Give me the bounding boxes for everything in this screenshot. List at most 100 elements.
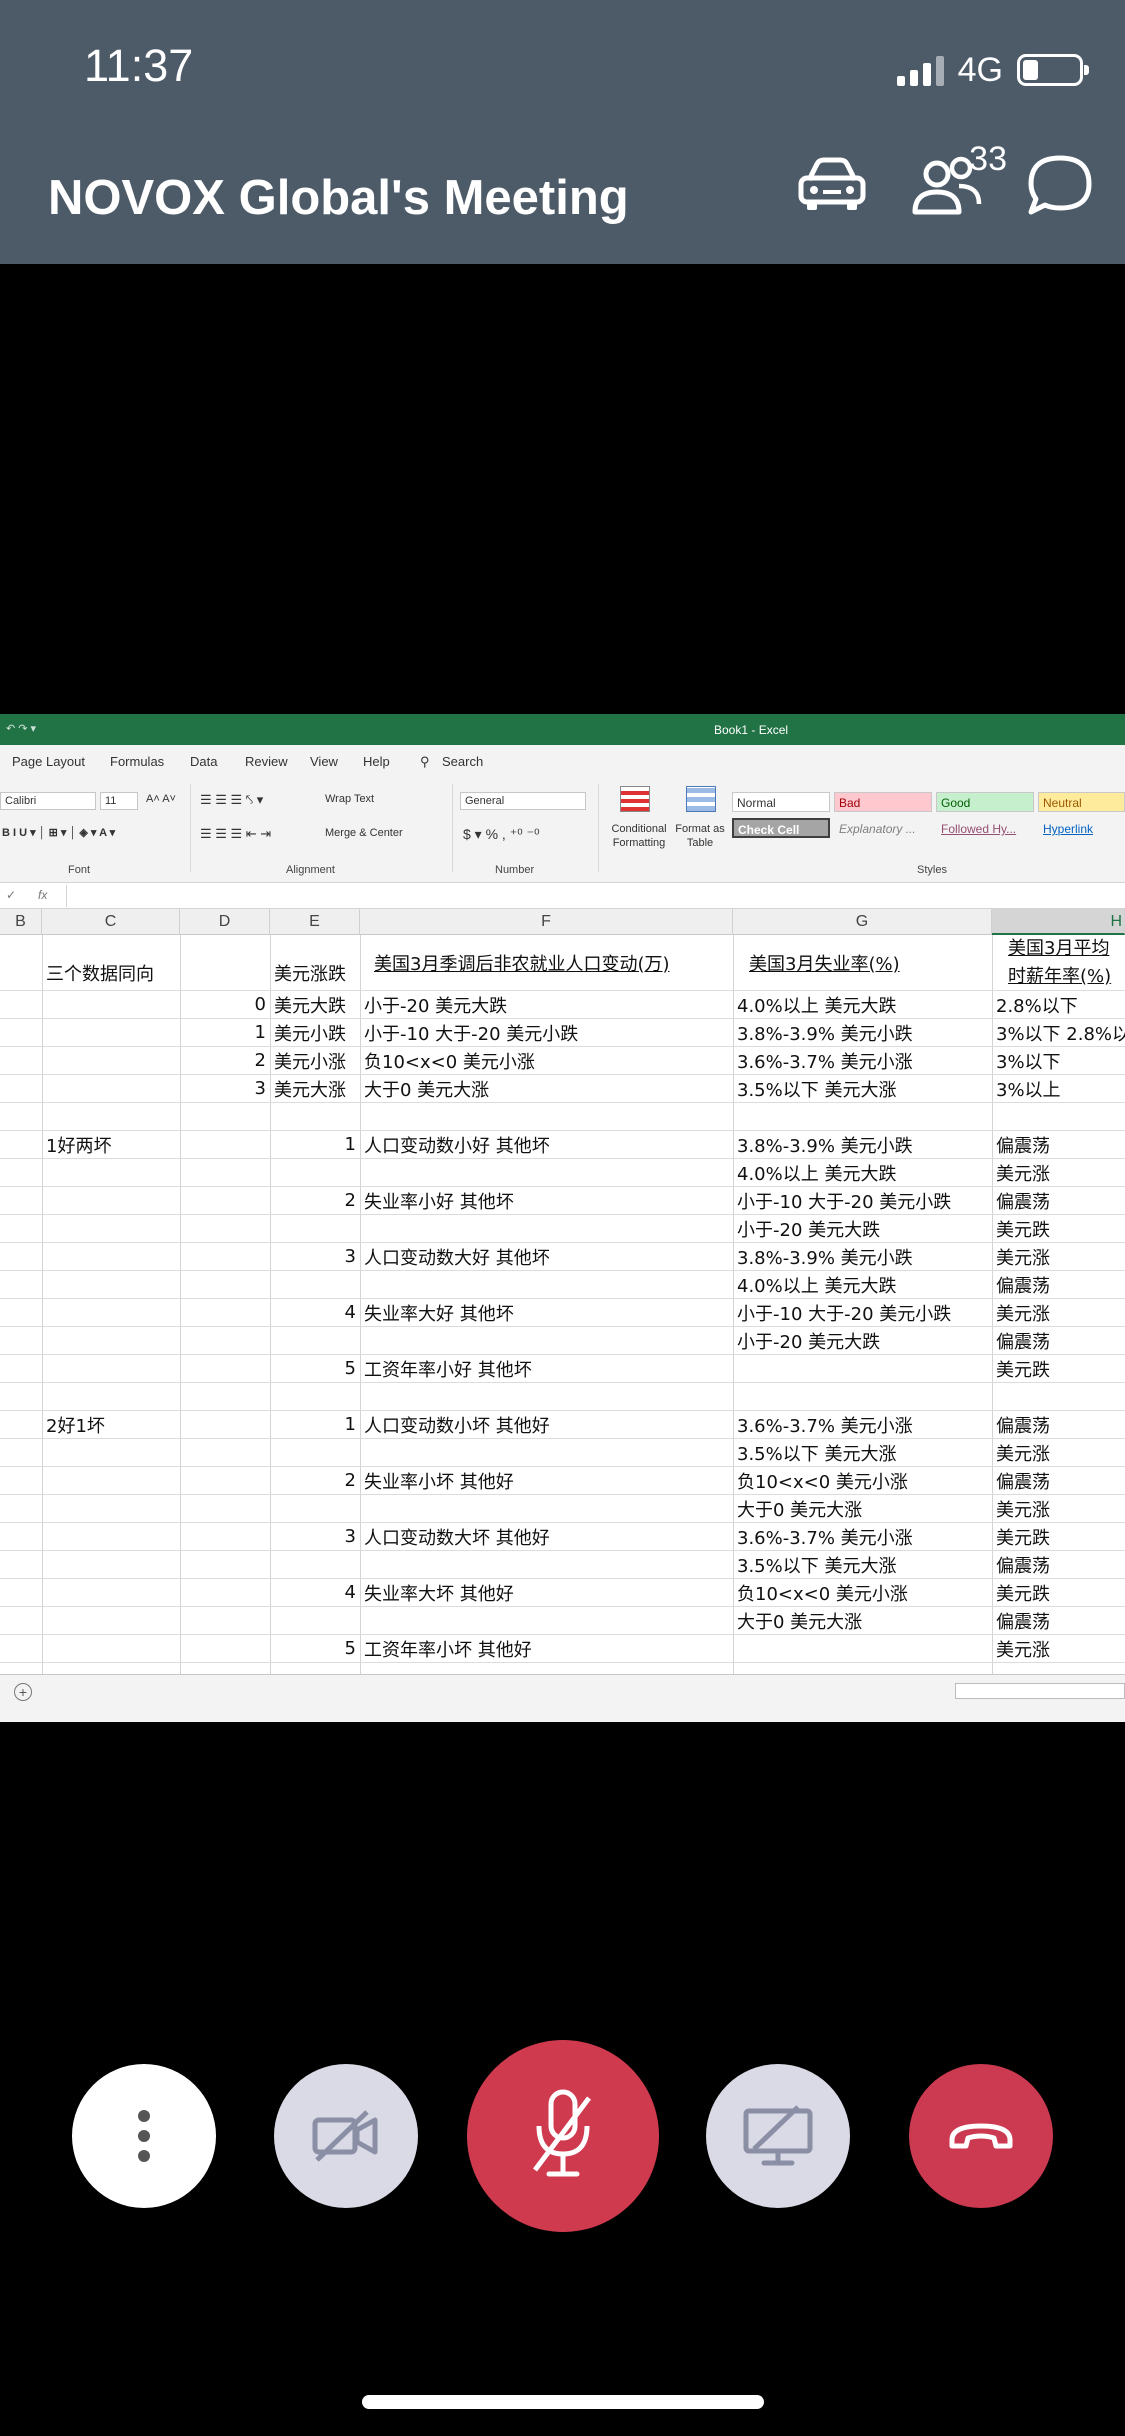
cell-d[interactable]: 2 (180, 1047, 270, 1074)
cell-g[interactable]: 负10<x<0 美元小涨 (733, 1467, 992, 1494)
cell-h[interactable]: 美元涨 (992, 1159, 1125, 1186)
cell-g[interactable] (733, 1635, 992, 1662)
cell-d[interactable] (180, 1159, 270, 1186)
cell-e[interactable] (270, 1271, 360, 1298)
cell-f[interactable]: 人口变动数大坏 其他好 (360, 1523, 733, 1550)
car-mode-icon[interactable] (795, 150, 869, 220)
cell-g[interactable]: 3.5%以下 美元大涨 (733, 1439, 992, 1466)
cell-f[interactable] (360, 1215, 733, 1242)
cell-d[interactable]: 3 (180, 1075, 270, 1102)
cell-h[interactable]: 美元跌 (992, 1579, 1125, 1606)
style-followed-hyperlink[interactable]: Followed Hy... (936, 818, 1034, 838)
style-bad[interactable]: Bad (834, 792, 932, 812)
cell-g[interactable]: 大于0 美元大涨 (733, 1607, 992, 1634)
cell-e[interactable]: 4 (270, 1299, 360, 1326)
merge-center-button[interactable]: Merge & Center (325, 827, 403, 839)
cell-d[interactable] (180, 1579, 270, 1606)
cell-d[interactable] (180, 1383, 270, 1410)
cell-g[interactable]: 3.8%-3.9% 美元小跌 (733, 1019, 992, 1046)
cell-h[interactable]: 偏震荡 (992, 1327, 1125, 1354)
tab-data[interactable]: Data (190, 754, 217, 769)
cell-c[interactable]: 1好两坏 (42, 1131, 180, 1158)
cell-d[interactable] (180, 1467, 270, 1494)
conditional-formatting-button[interactable]: Conditional Formatting (604, 822, 674, 850)
worksheet-grid[interactable]: 三个数据同向 美元涨跌 美国3月季调后非农就业人口变动(万) 美国3月失业率(%… (0, 935, 1125, 1675)
cell-h[interactable]: 偏震荡 (992, 1131, 1125, 1158)
cell-c[interactable] (42, 1439, 180, 1466)
col-header-c[interactable]: C (42, 909, 180, 935)
cell-c[interactable] (42, 1551, 180, 1578)
cell-c[interactable] (42, 1523, 180, 1550)
style-good[interactable]: Good (936, 792, 1034, 812)
cell-d[interactable] (180, 1243, 270, 1270)
cell-d[interactable] (180, 1271, 270, 1298)
cell-d[interactable] (180, 1299, 270, 1326)
cell-e[interactable]: 3 (270, 1523, 360, 1550)
cell-f[interactable]: 小于-20 美元大跌 (360, 991, 733, 1018)
cell-g[interactable]: 3.5%以下 美元大涨 (733, 1551, 992, 1578)
cell-h[interactable]: 3%以下 (992, 1047, 1125, 1074)
cell-h[interactable]: 美元涨 (992, 1439, 1125, 1466)
cell-h[interactable]: 偏震荡 (992, 1187, 1125, 1214)
cell-g[interactable]: 小于-10 大于-20 美元小跌 (733, 1299, 992, 1326)
font-size-buttons[interactable]: A˄ A˅ (146, 793, 176, 805)
screen-share-button[interactable] (706, 2064, 850, 2208)
header-cell-f[interactable]: 美国3月季调后非农就业人口变动(万) (360, 935, 733, 990)
horizontal-scrollbar[interactable] (955, 1683, 1125, 1699)
format-as-table-button[interactable]: Format as Table (672, 822, 728, 850)
cell-c[interactable] (42, 1579, 180, 1606)
cell-g[interactable] (733, 1103, 992, 1130)
cell-d[interactable]: 1 (180, 1019, 270, 1046)
cell-f[interactable] (360, 1439, 733, 1466)
cell-d[interactable] (180, 1607, 270, 1634)
cell-g[interactable]: 4.0%以上 美元大跌 (733, 1159, 992, 1186)
cell-f[interactable] (360, 1327, 733, 1354)
col-header-h[interactable]: H (992, 909, 1125, 935)
cell-c[interactable]: 2好1坏 (42, 1411, 180, 1438)
quick-access-toolbar[interactable]: ↶ ↷ ▾ (6, 722, 36, 735)
cell-g[interactable]: 负10<x<0 美元小涨 (733, 1579, 992, 1606)
conditional-formatting-icon[interactable] (620, 786, 650, 812)
cell-e[interactable] (270, 1159, 360, 1186)
style-hyperlink[interactable]: Hyperlink (1038, 818, 1125, 838)
cell-c[interactable] (42, 1047, 180, 1074)
cell-h[interactable]: 偏震荡 (992, 1411, 1125, 1438)
cell-d[interactable] (180, 1131, 270, 1158)
tab-page-layout[interactable]: Page Layout (12, 754, 85, 769)
cell-c[interactable] (42, 1467, 180, 1494)
cell-e[interactable]: 3 (270, 1243, 360, 1270)
cell-e[interactable]: 4 (270, 1579, 360, 1606)
cell-c[interactable] (42, 1635, 180, 1662)
cell-f[interactable] (360, 1159, 733, 1186)
cell-e[interactable]: 1 (270, 1131, 360, 1158)
cell-f[interactable]: 失业率小好 其他坏 (360, 1187, 733, 1214)
cell-f[interactable] (360, 1271, 733, 1298)
cell-c[interactable] (42, 1299, 180, 1326)
format-as-table-icon[interactable] (686, 786, 716, 812)
cell-c[interactable] (42, 1075, 180, 1102)
cell-d[interactable] (180, 1187, 270, 1214)
cell-h[interactable]: 美元跌 (992, 1523, 1125, 1550)
cell-d[interactable]: 0 (180, 991, 270, 1018)
cell-d[interactable] (180, 1523, 270, 1550)
cell-f[interactable]: 失业率小坏 其他好 (360, 1467, 733, 1494)
cell-f[interactable]: 工资年率小坏 其他好 (360, 1635, 733, 1662)
col-header-e[interactable]: E (270, 909, 360, 935)
video-toggle-button[interactable] (274, 2064, 418, 2208)
cell-d[interactable] (180, 1495, 270, 1522)
cell-f[interactable]: 失业率大好 其他坏 (360, 1299, 733, 1326)
cell-d[interactable] (180, 1327, 270, 1354)
cell-f[interactable]: 人口变动数小坏 其他好 (360, 1411, 733, 1438)
tab-help[interactable]: Help (363, 754, 390, 769)
cell-f[interactable] (360, 1495, 733, 1522)
confirm-icon[interactable]: ✓ (6, 888, 16, 902)
cell-g[interactable]: 大于0 美元大涨 (733, 1495, 992, 1522)
cell-g[interactable]: 小于-20 美元大跌 (733, 1215, 992, 1242)
col-header-b[interactable]: B (0, 909, 42, 935)
cell-g[interactable]: 3.8%-3.9% 美元小跌 (733, 1131, 992, 1158)
cell-d[interactable] (180, 1551, 270, 1578)
cell-e[interactable]: 2 (270, 1187, 360, 1214)
cell-e[interactable] (270, 1383, 360, 1410)
cell-f[interactable]: 工资年率小好 其他坏 (360, 1355, 733, 1382)
col-header-g[interactable]: G (733, 909, 992, 935)
